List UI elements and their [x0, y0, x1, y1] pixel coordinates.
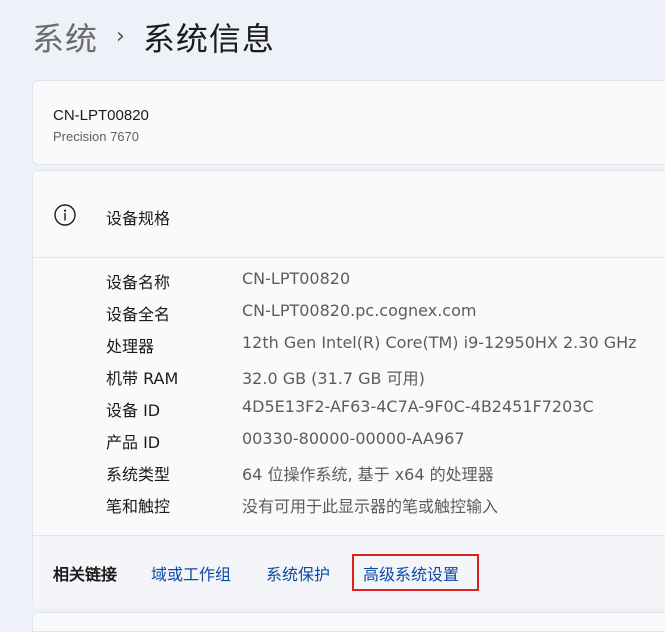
- spec-label: 设备名称: [106, 273, 171, 292]
- spec-row-full-device-name: 设备全名 CN-LPT00820.pc.cognex.com: [33, 297, 665, 329]
- spec-row-pen-touch: 笔和触控 没有可用于此显示器的笔或触控输入: [33, 489, 665, 521]
- spec-label: 系统类型: [106, 465, 171, 484]
- advanced-system-settings-link[interactable]: 高级系统设置: [363, 561, 459, 585]
- spec-value: 64 位操作系统, 基于 x64 的处理器: [242, 465, 494, 484]
- info-icon: [54, 204, 76, 226]
- device-specs-title: 设备规格: [106, 209, 171, 228]
- spec-label: 设备 ID: [106, 401, 161, 420]
- spec-label: 产品 ID: [106, 433, 161, 452]
- spec-value: 4D5E13F2-AF63-4C7A-9F0C-4B2451F7203C: [242, 397, 594, 416]
- spec-label: 笔和触控: [106, 497, 171, 516]
- spec-value: CN-LPT00820.pc.cognex.com: [242, 301, 477, 320]
- related-links-label: 相关链接: [53, 565, 118, 584]
- breadcrumb-parent[interactable]: 系统: [32, 14, 98, 60]
- system-protection-link[interactable]: 系统保护: [266, 561, 330, 585]
- spec-row-ram: 机带 RAM 32.0 GB (31.7 GB 可用): [33, 361, 665, 393]
- breadcrumb: 系统 › 系统信息: [32, 12, 275, 62]
- spec-row-device-name: 设备名称 CN-LPT00820: [33, 265, 665, 297]
- spec-value: CN-LPT00820: [242, 269, 351, 288]
- spec-value: 32.0 GB (31.7 GB 可用): [242, 369, 425, 388]
- spec-row-system-type: 系统类型 64 位操作系统, 基于 x64 的处理器: [33, 457, 665, 489]
- page-title: 系统信息: [142, 20, 275, 58]
- spec-row-processor: 处理器 12th Gen Intel(R) Core(TM) i9-12950H…: [33, 329, 665, 361]
- spec-label: 机带 RAM: [106, 369, 179, 388]
- spec-value: 没有可用于此显示器的笔或触控输入: [242, 497, 499, 516]
- device-model: Precision 7670: [53, 129, 139, 144]
- spec-label: 设备全名: [106, 305, 171, 324]
- device-name: CN-LPT00820: [53, 107, 149, 124]
- device-card: CN-LPT00820 Precision 7670: [32, 80, 665, 165]
- domain-workgroup-link[interactable]: 域或工作组: [151, 561, 231, 585]
- chevron-right-icon: ›: [116, 23, 125, 49]
- device-specs-header[interactable]: 设备规格: [33, 171, 665, 258]
- spec-label: 处理器: [106, 337, 155, 356]
- spec-value: 12th Gen Intel(R) Core(TM) i9-12950HX 2.…: [242, 333, 637, 352]
- related-links: 相关链接 域或工作组 系统保护 高级系统设置: [33, 535, 665, 608]
- spec-row-device-id: 设备 ID 4D5E13F2-AF63-4C7A-9F0C-4B2451F720…: [33, 393, 665, 425]
- spec-list: 设备名称 CN-LPT00820 设备全名 CN-LPT00820.pc.cog…: [33, 265, 665, 521]
- spec-value: 00330-80000-00000-AA967: [242, 429, 465, 448]
- device-specs-card: 设备规格 设备名称 CN-LPT00820 设备全名 CN-LPT00820.p…: [32, 170, 665, 608]
- spec-row-product-id: 产品 ID 00330-80000-00000-AA967: [33, 425, 665, 457]
- next-card: [32, 612, 665, 632]
